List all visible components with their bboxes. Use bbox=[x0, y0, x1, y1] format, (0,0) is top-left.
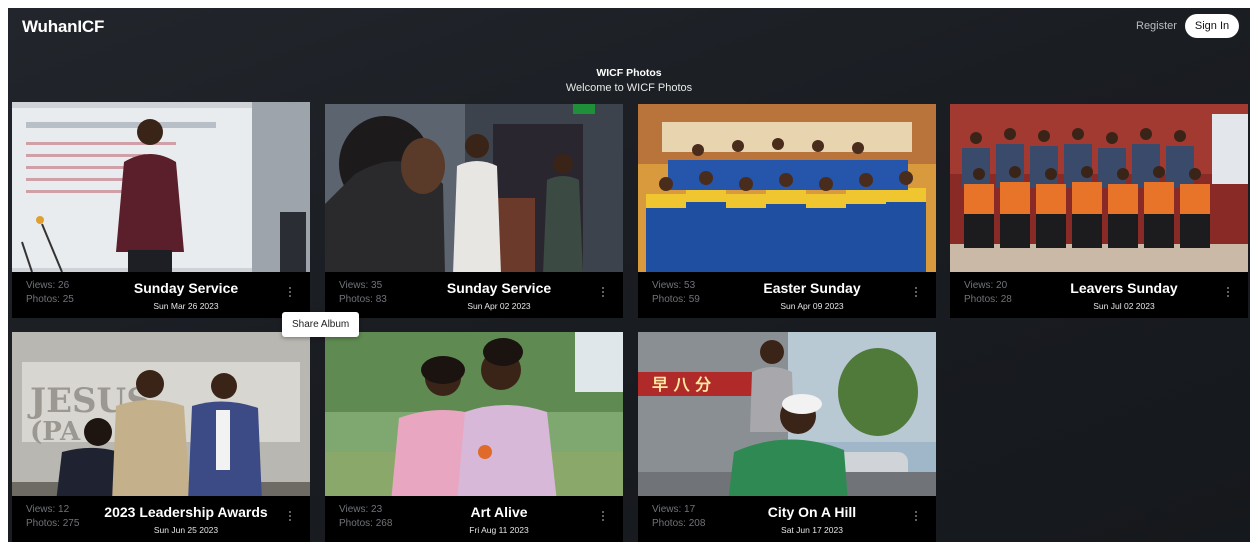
album-views: Views: 26 bbox=[26, 280, 70, 291]
album-views: Views: 17 bbox=[652, 504, 696, 515]
album-photo-count: Photos: 25 bbox=[26, 294, 74, 305]
album-photo-count: Photos: 83 bbox=[339, 294, 387, 305]
album-title[interactable]: 2023 Leadership Awards bbox=[92, 504, 280, 520]
album-cover-photo bbox=[12, 102, 310, 272]
album-photo-count: Photos: 208 bbox=[652, 518, 706, 529]
album-cover-photo: 早 八 分 bbox=[638, 332, 936, 502]
album-date: Sun Jun 25 2023 bbox=[153, 525, 219, 535]
album-date: Sun Apr 09 2023 bbox=[780, 301, 844, 311]
page-subtitle: Welcome to WICF Photos bbox=[565, 82, 693, 94]
kebab-menu-icon[interactable] bbox=[286, 285, 294, 301]
kebab-menu-icon[interactable] bbox=[912, 285, 920, 301]
album-date: Fri Aug 11 2023 bbox=[469, 525, 529, 535]
album-cover-photo bbox=[638, 104, 936, 274]
page-title: WICF Photos bbox=[596, 67, 662, 79]
album-card[interactable]: Views: 35 Photos: 83 Sunday Service Sun … bbox=[325, 104, 623, 318]
album-card[interactable]: Views: 53 Photos: 59 Easter Sunday Sun A… bbox=[638, 104, 936, 318]
album-cover-photo bbox=[325, 332, 623, 502]
album-date: Sun Jul 02 2023 bbox=[1093, 301, 1155, 311]
album-card[interactable]: 早 八 分 Views: 17 Photos: 208 City On A Hi… bbox=[638, 332, 936, 542]
album-views: Views: 35 bbox=[339, 280, 383, 291]
album-title[interactable]: Easter Sunday bbox=[718, 280, 906, 296]
album-photo-count: Photos: 28 bbox=[964, 294, 1012, 305]
register-link[interactable]: Register bbox=[1136, 20, 1177, 32]
kebab-menu-icon[interactable] bbox=[599, 285, 607, 301]
album-date: Sun Mar 26 2023 bbox=[153, 301, 219, 311]
album-views: Views: 12 bbox=[26, 504, 70, 515]
kebab-menu-icon[interactable] bbox=[912, 509, 920, 525]
album-photo-count: Photos: 275 bbox=[26, 518, 80, 529]
album-photo-count: Photos: 268 bbox=[339, 518, 393, 529]
kebab-menu-icon[interactable] bbox=[1224, 285, 1232, 301]
brand-logo[interactable]: WuhanICF bbox=[22, 17, 104, 37]
svg-text:早 八 分: 早 八 分 bbox=[652, 375, 711, 394]
album-footer: Views: 23 Photos: 268 Art Alive Fri Aug … bbox=[325, 496, 623, 542]
album-footer: Views: 53 Photos: 59 Easter Sunday Sun A… bbox=[638, 272, 936, 318]
album-title[interactable]: Leavers Sunday bbox=[1030, 280, 1218, 296]
share-album-tooltip[interactable]: Share Album bbox=[282, 312, 360, 337]
kebab-menu-icon[interactable] bbox=[599, 509, 607, 525]
album-footer: Views: 35 Photos: 83 Sunday Service Sun … bbox=[325, 272, 623, 318]
album-cover-photo: JESUS (PA bbox=[12, 332, 310, 502]
album-title[interactable]: Sunday Service bbox=[92, 280, 280, 296]
album-date: Sun Apr 02 2023 bbox=[467, 301, 531, 311]
album-views: Views: 20 bbox=[964, 280, 1008, 291]
kebab-menu-icon[interactable] bbox=[286, 509, 294, 525]
album-views: Views: 23 bbox=[339, 504, 383, 515]
album-cover-photo bbox=[950, 104, 1248, 274]
album-footer: Views: 26 Photos: 25 Sunday Service Sun … bbox=[12, 272, 310, 318]
app-frame: WuhanICF Register Sign In WICF Photos We… bbox=[8, 8, 1250, 542]
album-card[interactable]: Views: 26 Photos: 25 Sunday Service Sun … bbox=[12, 102, 310, 318]
album-card[interactable]: Views: 23 Photos: 268 Art Alive Fri Aug … bbox=[325, 332, 623, 542]
album-card[interactable]: JESUS (PA Views: 12 Photos: 275 2023 Lea… bbox=[12, 332, 310, 542]
album-card[interactable]: Views: 20 Photos: 28 Leavers Sunday Sun … bbox=[950, 104, 1248, 318]
album-photo-count: Photos: 59 bbox=[652, 294, 700, 305]
album-footer: Views: 20 Photos: 28 Leavers Sunday Sun … bbox=[950, 272, 1248, 318]
svg-text:(PA: (PA bbox=[30, 417, 81, 447]
album-views: Views: 53 bbox=[652, 280, 696, 291]
sign-in-button[interactable]: Sign In bbox=[1185, 14, 1239, 38]
album-footer: Views: 17 Photos: 208 City On A Hill Sat… bbox=[638, 496, 936, 542]
album-cover-photo bbox=[325, 104, 623, 274]
album-date: Sat Jun 17 2023 bbox=[781, 525, 843, 535]
album-footer: Views: 12 Photos: 275 2023 Leadership Aw… bbox=[12, 496, 310, 542]
album-title[interactable]: City On A Hill bbox=[718, 504, 906, 520]
album-title[interactable]: Sunday Service bbox=[405, 280, 593, 296]
album-title[interactable]: Art Alive bbox=[405, 504, 593, 520]
